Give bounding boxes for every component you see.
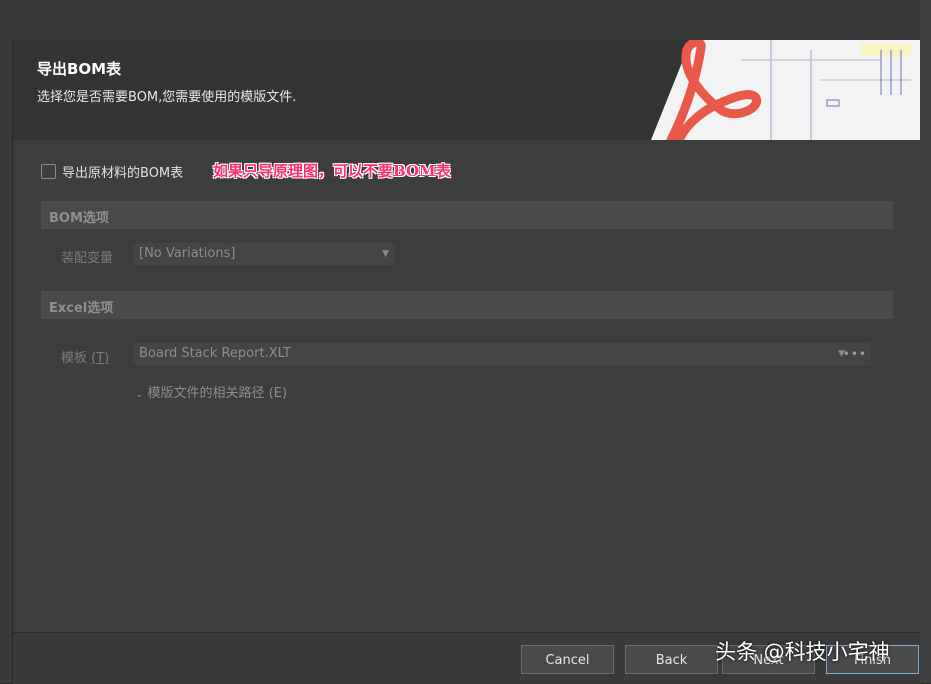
- bom-options-title: BOM选项: [49, 211, 109, 226]
- watermark: 头条 @科技小宅神: [715, 640, 890, 664]
- variant-select[interactable]: [No Variations] ▼: [133, 243, 395, 265]
- export-bom-checkbox[interactable]: [41, 164, 56, 179]
- dialog-header: 导出BOM表 选择您是否需要BOM,您需要使用的模版文件.: [13, 40, 921, 140]
- export-bom-checkbox-label[interactable]: 导出原材料的BOM表: [62, 162, 183, 181]
- chevron-down-icon: ⌄: [135, 389, 144, 400]
- excel-options-title: Excel选项: [49, 301, 114, 316]
- template-select-value: Board Stack Report.XLT: [139, 346, 291, 361]
- template-label-text: 模板: [61, 351, 88, 366]
- export-bom-option[interactable]: 导出原材料的BOM表: [41, 162, 183, 181]
- template-label: 模板 (T): [61, 347, 109, 366]
- template-hotkey: (T): [91, 351, 110, 366]
- page-subtitle: 选择您是否需要BOM,您需要使用的模版文件.: [37, 90, 297, 105]
- page-title: 导出BOM表: [37, 60, 122, 78]
- excel-options-section: Excel选项: [41, 291, 893, 319]
- relative-path-hotkey: (E): [268, 386, 288, 401]
- red-annotation: 如果只导原理图，可以不要BOM表: [213, 162, 451, 180]
- template-select[interactable]: Board Stack Report.XLT ▼ •••: [133, 343, 871, 365]
- chevron-down-icon: ▼: [382, 249, 389, 259]
- back-button[interactable]: Back: [625, 645, 718, 674]
- variant-select-value: [No Variations]: [139, 246, 236, 261]
- relative-path-label: 模版文件的相关路径: [147, 386, 265, 401]
- acrobat-schematic-banner-icon: [651, 40, 921, 140]
- variant-label: 装配变量: [61, 251, 114, 266]
- browse-ellipsis-icon[interactable]: •••: [843, 343, 867, 365]
- screen: 导出BOM表 选择您是否需要BOM,您需要使用的模版文件. 导出原材料的BOM表: [0, 0, 931, 684]
- window-edge: [920, 0, 931, 683]
- export-bom-dialog: 导出BOM表 选择您是否需要BOM,您需要使用的模版文件. 导出原材料的BOM表: [12, 40, 921, 684]
- bom-options-section: BOM选项: [41, 201, 893, 229]
- relative-path-toggle[interactable]: ⌄ 模版文件的相关路径 (E): [135, 382, 287, 401]
- dialog-body: 导出原材料的BOM表 如果只导原理图，可以不要BOM表 BOM选项 装配变量 […: [13, 140, 921, 630]
- cancel-button[interactable]: Cancel: [521, 645, 614, 674]
